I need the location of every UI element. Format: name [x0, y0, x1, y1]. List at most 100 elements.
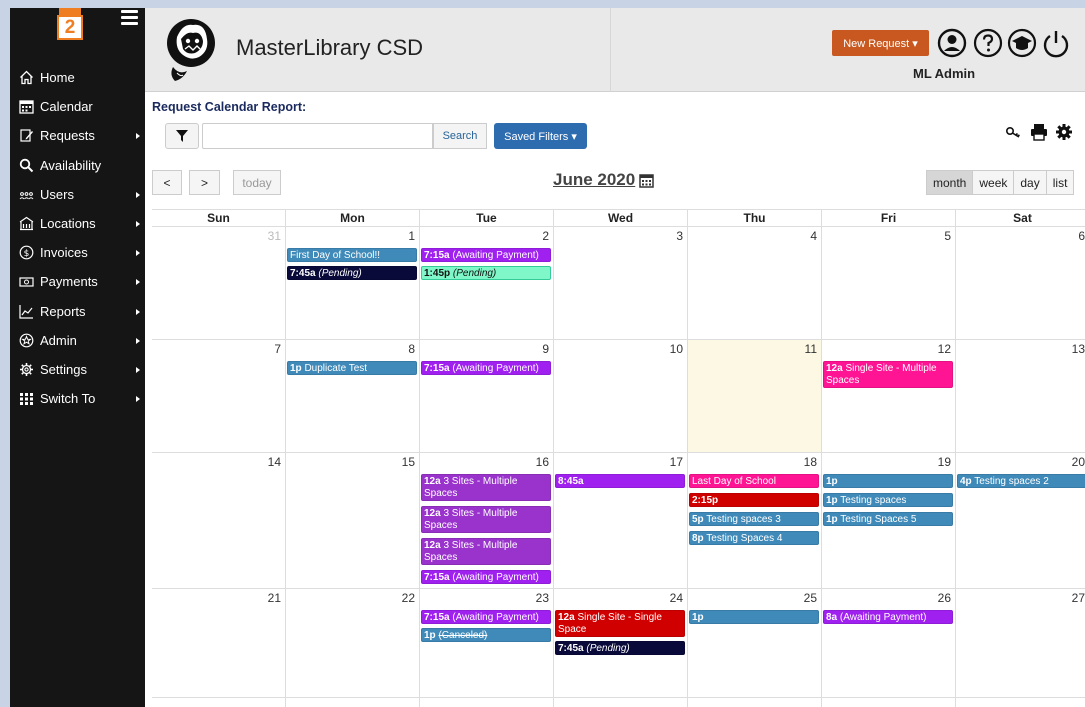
sidebar-item-payments[interactable]: Payments: [10, 267, 145, 296]
day-number[interactable]: 11: [805, 342, 817, 356]
day-number[interactable]: 27: [1072, 591, 1085, 605]
day-number[interactable]: 25: [804, 591, 817, 605]
user-profile-icon[interactable]: [937, 28, 967, 58]
prev-month-button[interactable]: <: [152, 170, 182, 195]
calendar-event[interactable]: 1p: [689, 610, 819, 624]
calendar-day-cell[interactable]: 11: [688, 340, 822, 452]
calendar-day-cell[interactable]: 9 7:15a (Awaiting Payment): [420, 340, 554, 452]
day-number[interactable]: 15: [402, 455, 415, 469]
month-title[interactable]: June 2020: [553, 170, 654, 190]
calendar-event[interactable]: First Day of School!!: [287, 248, 417, 262]
print-icon[interactable]: [1030, 123, 1048, 141]
calendar-event[interactable]: 7:45a (Pending): [555, 641, 685, 655]
app-logo[interactable]: 2: [57, 8, 83, 40]
calendar-day-cell[interactable]: 8 1p Duplicate Test: [286, 340, 420, 452]
calendar-day-cell[interactable]: 17 8:45a: [554, 453, 688, 588]
calendar-day-cell[interactable]: 6: [956, 227, 1085, 339]
calendar-event[interactable]: 8p Testing Spaces 4: [689, 531, 819, 545]
day-number[interactable]: 23: [536, 591, 549, 605]
calendar-day-cell[interactable]: 25 1p: [688, 589, 822, 697]
sidebar-item-availability[interactable]: Availability: [10, 151, 145, 180]
calendar-picker-icon[interactable]: [639, 173, 654, 188]
day-number[interactable]: 12: [938, 342, 951, 356]
day-number[interactable]: 9: [542, 342, 549, 356]
calendar-event[interactable]: 8a (Awaiting Payment): [823, 610, 953, 624]
search-button[interactable]: Search: [433, 123, 487, 149]
calendar-day-cell[interactable]: 5: [822, 227, 956, 339]
help-icon[interactable]: [973, 28, 1003, 58]
calendar-event[interactable]: 7:15a (Awaiting Payment): [421, 570, 551, 584]
sidebar-item-locations[interactable]: Locations: [10, 209, 145, 238]
training-icon[interactable]: [1007, 28, 1037, 58]
calendar-day-cell[interactable]: 14: [152, 453, 286, 588]
view-list-button[interactable]: list: [1045, 170, 1075, 195]
sidebar-item-admin[interactable]: Admin: [10, 326, 145, 355]
calendar-event[interactable]: 1p Testing Spaces 5: [823, 512, 953, 526]
calendar-day-cell[interactable]: 13: [956, 340, 1085, 452]
sidebar-item-switch-to[interactable]: Switch To: [10, 384, 145, 413]
calendar-day-cell[interactable]: 18 Last Day of School 2:15p 5p Testing spac…: [688, 453, 822, 588]
calendar-day-cell[interactable]: 3: [554, 227, 688, 339]
calendar-day-cell[interactable]: [956, 698, 1085, 707]
calendar-day-cell[interactable]: 2 7:15a (Awaiting Payment) 1:45p (Pending): [420, 227, 554, 339]
today-button[interactable]: today: [233, 170, 281, 195]
day-number[interactable]: 7: [274, 342, 281, 356]
calendar-event[interactable]: 12a Single Site - Single Space: [555, 610, 685, 637]
calendar-event[interactable]: 12a 3 Sites - Multiple Spaces: [421, 538, 551, 565]
calendar-day-cell[interactable]: 10: [554, 340, 688, 452]
calendar-day-cell[interactable]: 1 First Day of School!! 7:45a (Pending): [286, 227, 420, 339]
menu-toggle-icon[interactable]: [121, 10, 138, 26]
sidebar-item-requests[interactable]: Requests: [10, 121, 145, 150]
calendar-day-cell[interactable]: 24 12a Single Site - Single Space 7:45a (P…: [554, 589, 688, 697]
settings-gear-icon[interactable]: [1055, 123, 1073, 141]
day-number[interactable]: 13: [1072, 342, 1085, 356]
calendar-day-cell[interactable]: 4: [688, 227, 822, 339]
day-number[interactable]: 10: [670, 342, 683, 356]
calendar-day-cell[interactable]: 26 8a (Awaiting Payment): [822, 589, 956, 697]
saved-filters-button[interactable]: Saved Filters ▾: [494, 123, 587, 149]
sidebar-item-settings[interactable]: Settings: [10, 355, 145, 384]
calendar-event[interactable]: 8:45a: [555, 474, 685, 488]
view-month-button[interactable]: month: [926, 170, 974, 195]
day-number[interactable]: 20: [1072, 455, 1085, 469]
calendar-day-cell[interactable]: 22: [286, 589, 420, 697]
day-number[interactable]: 2: [542, 229, 549, 243]
key-icon[interactable]: [1005, 123, 1023, 141]
sidebar-item-reports[interactable]: Reports: [10, 297, 145, 326]
day-number[interactable]: 14: [268, 455, 281, 469]
calendar-day-cell[interactable]: [286, 698, 420, 707]
day-number[interactable]: 5: [944, 229, 951, 243]
filter-button[interactable]: [165, 123, 199, 149]
new-request-button[interactable]: New Request ▾: [832, 30, 929, 56]
calendar-event[interactable]: 2:15p: [689, 493, 819, 507]
calendar-event[interactable]: 4p Testing spaces 2: [957, 474, 1085, 488]
calendar-event[interactable]: 1p Duplicate Test: [287, 361, 417, 375]
power-logout-icon[interactable]: [1041, 28, 1071, 58]
calendar-day-cell[interactable]: 31: [152, 227, 286, 339]
calendar-event[interactable]: 5p Testing spaces 3: [689, 512, 819, 526]
calendar-day-cell[interactable]: [420, 698, 554, 707]
day-number[interactable]: 26: [938, 591, 951, 605]
day-number[interactable]: 22: [402, 591, 415, 605]
day-number[interactable]: 17: [670, 455, 683, 469]
calendar-event[interactable]: 1p (Canceled): [421, 628, 551, 642]
sidebar-item-home[interactable]: Home: [10, 63, 145, 92]
day-number[interactable]: 3: [676, 229, 683, 243]
day-number[interactable]: 4: [810, 229, 817, 243]
calendar-day-cell[interactable]: 15: [286, 453, 420, 588]
view-week-button[interactable]: week: [972, 170, 1015, 195]
calendar-day-cell[interactable]: [152, 698, 286, 707]
calendar-event[interactable]: Last Day of School: [689, 474, 819, 488]
sidebar-item-calendar[interactable]: Calendar: [10, 92, 145, 121]
calendar-event[interactable]: 1p: [823, 474, 953, 488]
calendar-day-cell[interactable]: [554, 698, 688, 707]
calendar-day-cell[interactable]: 27: [956, 589, 1085, 697]
day-number[interactable]: 19: [938, 455, 951, 469]
calendar-day-cell[interactable]: 21: [152, 589, 286, 697]
calendar-day-cell[interactable]: 12 12a Single Site - Multiple Spaces: [822, 340, 956, 452]
calendar-day-cell[interactable]: 23 7:15a (Awaiting Payment) 1p (Canceled): [420, 589, 554, 697]
calendar-event[interactable]: 7:15a (Awaiting Payment): [421, 361, 551, 375]
calendar-event[interactable]: 7:45a (Pending): [287, 266, 417, 280]
view-day-button[interactable]: day: [1013, 170, 1047, 195]
calendar-event[interactable]: 7:15a (Awaiting Payment): [421, 248, 551, 262]
